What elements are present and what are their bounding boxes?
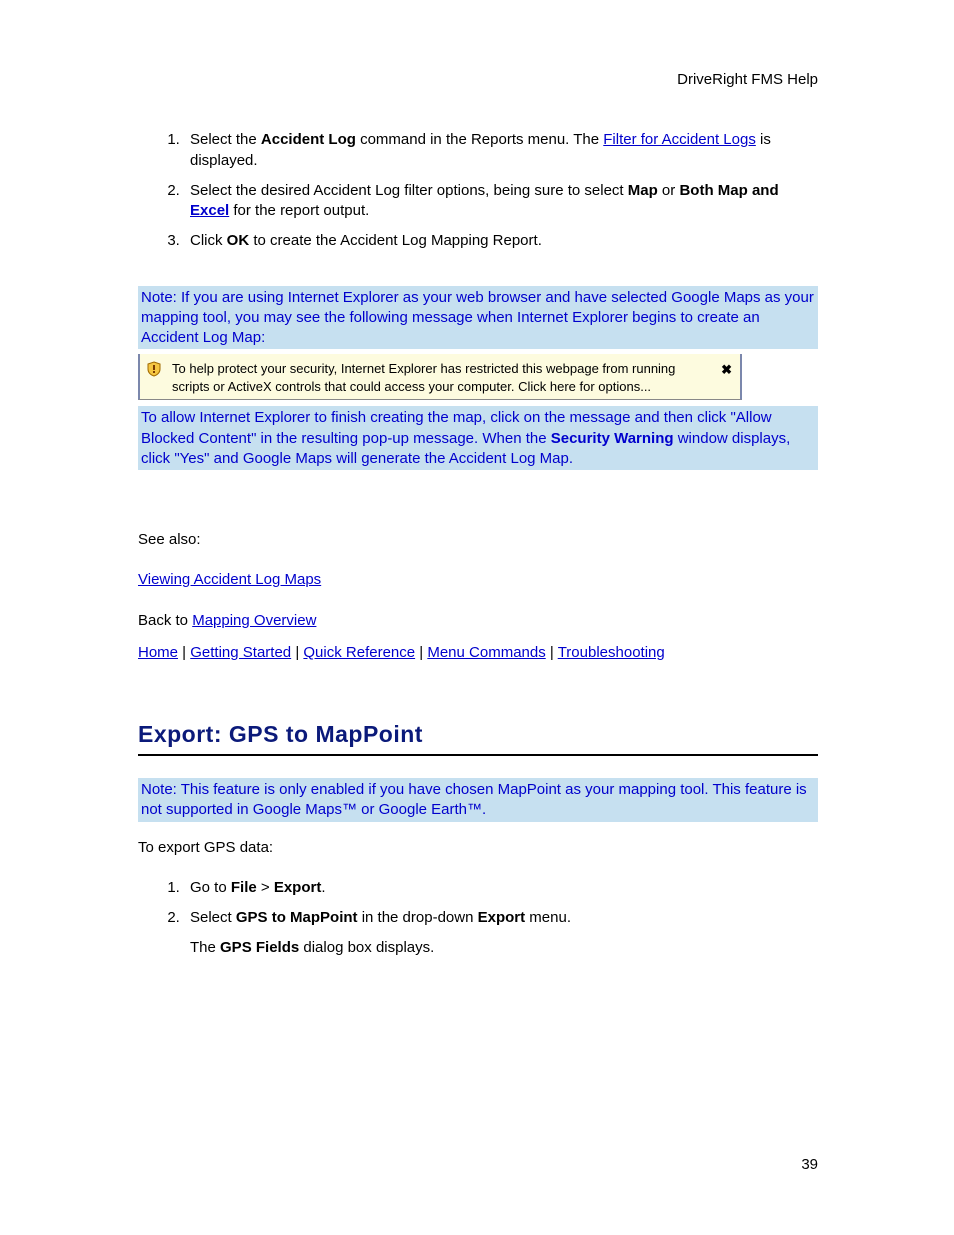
- export-intro: To export GPS data:: [138, 838, 818, 858]
- text: Go to: [190, 879, 231, 896]
- text-bold: GPS Fields: [220, 939, 299, 956]
- section-heading-export: Export: GPS to MapPoint: [138, 719, 818, 750]
- text: command in the Reports menu. The: [356, 131, 603, 148]
- link-getting-started[interactable]: Getting Started: [190, 644, 291, 661]
- link-excel[interactable]: Excel: [190, 202, 229, 219]
- text: menu.: [525, 909, 571, 926]
- export-step-1: Go to File > Export.: [184, 878, 818, 898]
- sep: |: [178, 644, 190, 661]
- text: dialog box displays.: [299, 939, 434, 956]
- text: Click: [190, 232, 227, 249]
- numbered-steps: Select the Accident Log command in the R…: [138, 130, 818, 251]
- close-icon[interactable]: ✖: [721, 361, 732, 379]
- text-bold: Map: [628, 182, 658, 199]
- sep: |: [415, 644, 427, 661]
- text-bold: Export: [274, 879, 322, 896]
- text-bold: Security Warning: [551, 430, 674, 447]
- shield-warning-icon: [146, 361, 162, 377]
- link-menu-commands[interactable]: Menu Commands: [427, 644, 545, 661]
- ie-information-bar[interactable]: To help protect your security, Internet …: [138, 354, 742, 400]
- text: Select the: [190, 131, 261, 148]
- page-header: DriveRight FMS Help: [138, 70, 818, 90]
- text: Select: [190, 909, 236, 926]
- text-bold: Both Map and: [679, 182, 778, 199]
- text-bold: File: [231, 879, 257, 896]
- section-rule: [138, 754, 818, 756]
- export-step-2: Select GPS to MapPoint in the drop-down …: [184, 908, 818, 928]
- link-mapping-overview[interactable]: Mapping Overview: [192, 612, 316, 629]
- text-bold: Export: [478, 909, 526, 926]
- note-box-mappoint-only: Note: This feature is only enabled if yo…: [138, 778, 818, 822]
- text: Select the desired Accident Log filter o…: [190, 182, 628, 199]
- page-number: 39: [801, 1155, 818, 1175]
- link-home[interactable]: Home: [138, 644, 178, 661]
- link-troubleshooting[interactable]: Troubleshooting: [558, 644, 665, 661]
- text: or: [658, 182, 680, 199]
- sep: |: [546, 644, 558, 661]
- text: The: [190, 939, 220, 956]
- text: Back to: [138, 612, 192, 629]
- dialog-displays: The GPS Fields dialog box displays.: [190, 938, 818, 958]
- text-bold: OK: [227, 232, 250, 249]
- step-1: Select the Accident Log command in the R…: [184, 130, 818, 171]
- text-bold: Accident Log: [261, 131, 356, 148]
- nav-links: Home | Getting Started | Quick Reference…: [138, 643, 818, 663]
- ie-bar-text: To help protect your security, Internet …: [148, 360, 732, 395]
- text: in the drop-down: [358, 909, 478, 926]
- link-filter-accident-logs[interactable]: Filter for Accident Logs: [603, 131, 756, 148]
- step-2: Select the desired Accident Log filter o…: [184, 181, 818, 222]
- step-3: Click OK to create the Accident Log Mapp…: [184, 231, 818, 251]
- text: to create the Accident Log Mapping Repor…: [249, 232, 542, 249]
- sep: |: [291, 644, 303, 661]
- note-box-allow-content: To allow Internet Explorer to finish cre…: [138, 406, 818, 470]
- see-also-section: See also: Viewing Accident Log Maps Back…: [138, 530, 818, 663]
- link-quick-reference[interactable]: Quick Reference: [303, 644, 415, 661]
- text: .: [321, 879, 325, 896]
- see-also-label: See also:: [138, 530, 818, 550]
- link-viewing-accident-log-maps[interactable]: Viewing Accident Log Maps: [138, 571, 321, 588]
- note-box-ie-google: Note: If you are using Internet Explorer…: [138, 286, 818, 350]
- text-bold: GPS to MapPoint: [236, 909, 358, 926]
- text: for the report output.: [229, 202, 369, 219]
- export-steps: Go to File > Export. Select GPS to MapPo…: [138, 878, 818, 929]
- text: >: [257, 879, 274, 896]
